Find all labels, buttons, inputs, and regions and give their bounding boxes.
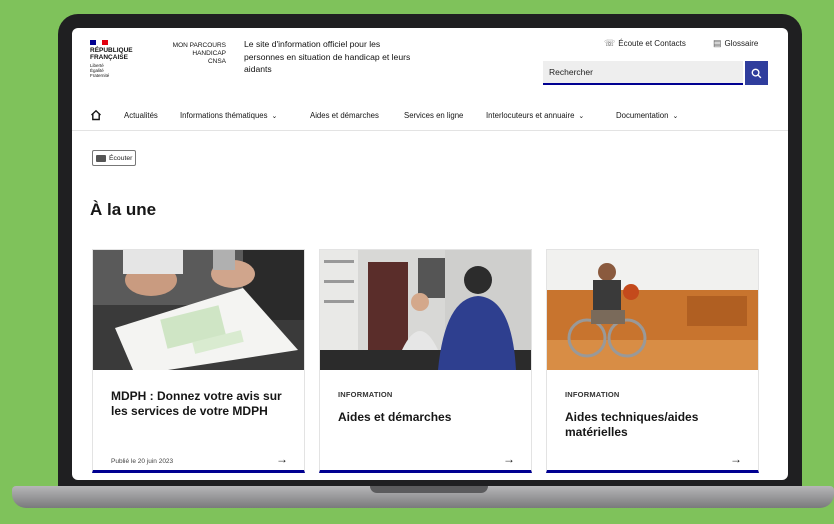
news-card[interactable]: INFORMATION Aides et démarches → xyxy=(319,249,532,473)
nav-item-label: Actualités xyxy=(124,111,158,120)
nav-item-informations[interactable]: Informations thématiques ⌄ xyxy=(180,111,277,120)
nav-item-services[interactable]: Services en ligne xyxy=(404,111,463,120)
nav-item-label: Aides et démarches xyxy=(310,111,379,120)
listen-icon xyxy=(96,154,106,162)
chevron-down-icon: ⌄ xyxy=(578,113,585,120)
arrow-right-icon: → xyxy=(730,452,742,466)
card-image-wheelchair-basketball xyxy=(547,250,758,370)
republique-francaise-logo[interactable]: RÉPUBLIQUE FRANÇAISE Liberté Égalité Fra… xyxy=(90,40,142,78)
site-tagline: Le site d'information officiel pour les … xyxy=(244,39,411,74)
card-date: Publié le 20 juin 2023 xyxy=(111,458,174,465)
listen-button[interactable]: Écouter xyxy=(92,150,137,166)
listen-label: Écouter xyxy=(109,154,133,162)
main-navigation: Actualités Informations thématiques ⌄ Aid… xyxy=(72,100,788,131)
glossary-link[interactable]: ▤ Glossaire xyxy=(713,38,758,49)
nav-item-label: Interlocuteurs et annuaire xyxy=(486,111,575,120)
laptop-notch xyxy=(370,486,488,493)
glossary-icon: ▤ xyxy=(713,38,722,48)
headset-icon: ☏ xyxy=(604,38,616,48)
contact-link[interactable]: ☏ Écoute et Contacts xyxy=(604,38,686,49)
mon-parcours-handicap-logo[interactable]: MON PARCOURS HANDICAP CNSA xyxy=(156,42,226,66)
news-card[interactable]: MDPH : Donnez votre avis sur les service… xyxy=(92,249,305,473)
nav-item-actualites[interactable]: Actualités xyxy=(124,111,158,120)
contact-link-label: Écoute et Contacts xyxy=(618,39,686,48)
glossary-link-label: Glossaire xyxy=(724,39,759,48)
arrow-right-icon: → xyxy=(503,452,515,466)
chevron-down-icon: ⌄ xyxy=(672,113,679,120)
search-icon xyxy=(751,68,762,78)
card-title: Aides techniques/aides matérielles xyxy=(565,410,699,439)
card-image-survey xyxy=(93,250,304,370)
arrow-right-icon: → xyxy=(276,452,288,466)
rf-motto: Liberté Égalité Fraternité xyxy=(90,63,110,78)
home-icon xyxy=(91,109,101,121)
card-badge: INFORMATION xyxy=(565,390,620,399)
search-input[interactable] xyxy=(543,61,743,85)
news-card[interactable]: INFORMATION Aides techniques/aides matér… xyxy=(546,249,759,473)
nav-item-interlocuteurs[interactable]: Interlocuteurs et annuaire ⌄ xyxy=(486,111,584,120)
browser-screen: RÉPUBLIQUE FRANÇAISE Liberté Égalité Fra… xyxy=(72,28,788,480)
search-button[interactable] xyxy=(745,61,768,85)
card-badge: INFORMATION xyxy=(338,390,393,399)
nav-item-documentation[interactable]: Documentation ⌄ xyxy=(616,111,678,120)
nav-item-label: Services en ligne xyxy=(404,111,464,120)
site-header: RÉPUBLIQUE FRANÇAISE Liberté Égalité Fra… xyxy=(72,28,788,100)
card-image-office xyxy=(320,250,531,370)
chevron-down-icon: ⌄ xyxy=(271,113,278,120)
search-bar xyxy=(543,61,768,85)
nav-item-label: Documentation xyxy=(616,111,669,120)
section-title: À la une xyxy=(90,200,157,219)
flag-icon xyxy=(90,40,108,45)
nav-item-aides[interactable]: Aides et démarches xyxy=(310,111,379,120)
home-link[interactable] xyxy=(90,108,102,126)
card-title: Aides et démarches xyxy=(338,410,452,424)
rf-text: RÉPUBLIQUE FRANÇAISE xyxy=(90,47,133,61)
nav-item-label: Informations thématiques xyxy=(180,111,268,120)
card-title: MDPH : Donnez votre avis sur les service… xyxy=(111,389,282,418)
